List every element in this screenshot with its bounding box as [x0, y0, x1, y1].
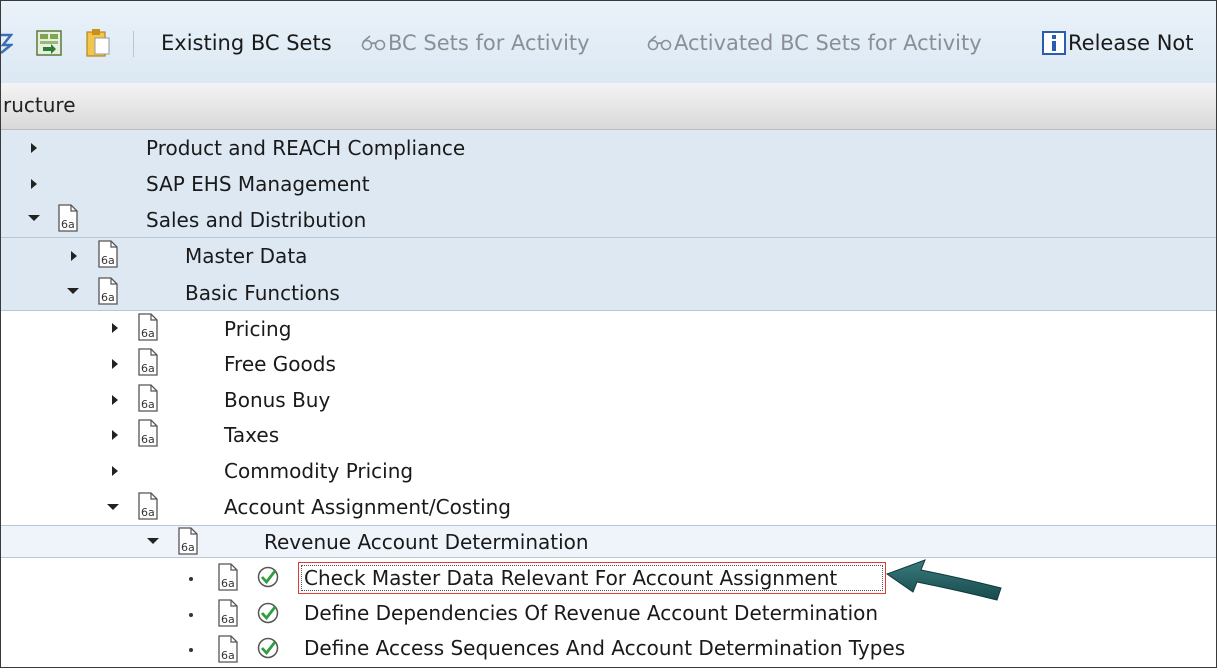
svg-text:6a: 6a — [141, 506, 155, 519]
collapse-arrow-icon[interactable] — [147, 538, 159, 544]
toolbar-separator — [133, 31, 134, 57]
tree-band-level3 — [1, 311, 1216, 525]
refresh-icon[interactable] — [1, 31, 13, 55]
expand-arrow-icon[interactable] — [112, 430, 118, 440]
svg-text:6a: 6a — [181, 541, 195, 554]
tree-node-label: Check Master Data Relevant For Account A… — [304, 566, 838, 590]
expand-arrow-icon[interactable] — [31, 143, 37, 153]
bc-set-doc-icon: 6a — [138, 384, 158, 412]
bc-sets-for-activity-button[interactable]: BC Sets for Activity — [361, 28, 590, 58]
bc-set-doc-icon: 6a — [98, 277, 118, 305]
tree-node-label: Revenue Account Determination — [264, 530, 589, 554]
tree-node-label: Bonus Buy — [224, 388, 331, 412]
svg-text:6a: 6a — [141, 433, 155, 446]
clock-check-icon[interactable] — [257, 602, 279, 624]
leaf-bullet-icon — [189, 577, 193, 581]
svg-text:6a: 6a — [221, 649, 235, 662]
transport-icon[interactable] — [35, 29, 63, 57]
leaf-bullet-icon — [189, 648, 193, 652]
release-notes-label: Release Not — [1068, 31, 1194, 55]
glasses-icon — [647, 35, 672, 51]
tree-node-label: Taxes — [224, 423, 280, 447]
collapse-arrow-icon[interactable] — [28, 215, 40, 221]
bc-set-doc-icon: 6a — [178, 527, 198, 555]
bc-sets-for-activity-label: BC Sets for Activity — [388, 31, 590, 55]
svg-text:6a: 6a — [221, 577, 235, 590]
tree-node-label: Basic Functions — [185, 281, 340, 305]
svg-text:6a: 6a — [101, 254, 115, 267]
release-notes-button[interactable]: Release Not — [1042, 28, 1194, 58]
tree-node-label: SAP EHS Management — [146, 172, 370, 196]
expand-arrow-icon[interactable] — [112, 323, 118, 333]
leaf-bullet-icon — [189, 613, 193, 617]
tree-node-label: Define Access Sequences And Account Dete… — [304, 636, 906, 660]
svg-text:6a: 6a — [141, 398, 155, 411]
glasses-icon — [361, 35, 386, 51]
activated-bc-sets-label: Activated BC Sets for Activity — [674, 31, 982, 55]
structure-header — [1, 83, 1216, 130]
info-icon — [1042, 31, 1066, 55]
expand-arrow-icon[interactable] — [112, 395, 118, 405]
tree-divider — [1, 557, 1216, 558]
bc-set-doc-icon: 6a — [138, 313, 158, 341]
clock-check-icon[interactable] — [257, 566, 279, 588]
structure-header-label: ructure — [3, 93, 76, 117]
callout-arrow-icon — [885, 559, 1002, 601]
expand-arrow-icon[interactable] — [71, 251, 77, 261]
application-toolbar: Existing BC Sets BC Sets for Activity Ac… — [1, 1, 1216, 84]
collapse-arrow-icon[interactable] — [67, 288, 79, 294]
tree-node-label: Commodity Pricing — [224, 459, 414, 483]
bc-set-doc-icon[interactable]: 6a — [217, 635, 239, 663]
tree-node-label: Account Assignment/Costing — [224, 495, 511, 519]
svg-text:6a: 6a — [101, 291, 115, 304]
bc-set-doc-icon: 6a — [138, 492, 158, 520]
clipboard-icon[interactable] — [83, 28, 111, 58]
tree-node-label: Pricing — [224, 317, 292, 341]
bc-set-doc-icon: 6a — [98, 240, 118, 268]
bc-set-doc-icon[interactable]: 6a — [217, 563, 239, 591]
sap-img-window: Existing BC Sets BC Sets for Activity Ac… — [0, 0, 1217, 668]
expand-arrow-icon[interactable] — [31, 179, 37, 189]
clock-check-icon[interactable] — [257, 637, 279, 659]
svg-text:6a: 6a — [221, 613, 235, 626]
tree-node-label: Free Goods — [224, 352, 336, 376]
svg-text:6a: 6a — [141, 362, 155, 375]
svg-text:6a: 6a — [141, 327, 155, 340]
activated-bc-sets-button[interactable]: Activated BC Sets for Activity — [647, 28, 982, 58]
bc-set-doc-icon: 6a — [58, 204, 78, 232]
expand-arrow-icon[interactable] — [112, 359, 118, 369]
svg-text:6a: 6a — [61, 218, 75, 231]
bc-set-doc-icon: 6a — [138, 419, 158, 447]
collapse-arrow-icon[interactable] — [107, 504, 119, 510]
existing-bc-sets-label: Existing BC Sets — [161, 31, 332, 55]
tree-node-label: Product and REACH Compliance — [146, 136, 466, 160]
expand-arrow-icon[interactable] — [112, 466, 118, 476]
bc-set-doc-icon: 6a — [138, 348, 158, 376]
tree-node-label: Define Dependencies Of Revenue Account D… — [304, 601, 879, 625]
tree-band-level2 — [1, 238, 1216, 310]
existing-bc-sets-button[interactable]: Existing BC Sets — [161, 28, 332, 58]
bc-set-doc-icon[interactable]: 6a — [217, 599, 239, 627]
tree-node-label: Master Data — [185, 244, 308, 268]
tree-node-label: Sales and Distribution — [146, 208, 367, 232]
